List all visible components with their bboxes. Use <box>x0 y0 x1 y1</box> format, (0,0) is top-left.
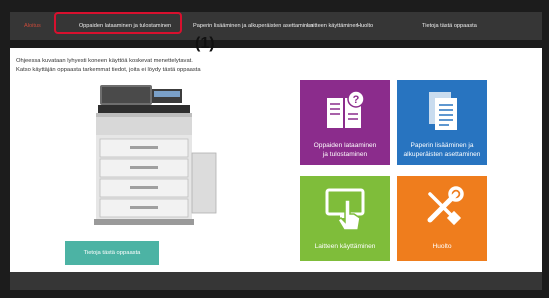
tile-print-label-2: ja tulostaminen <box>322 151 368 158</box>
tile-download-print-manuals[interactable]: ? Oppaiden lataaminen ja tulostaminen <box>300 80 390 165</box>
nav-about-guide[interactable]: Tietoja tästä oppaasta <box>422 12 477 40</box>
tile-load-paper-originals[interactable]: Paperin lisääminen ja alkuperäisten aset… <box>397 80 487 165</box>
tile-maintenance[interactable]: Huolto <box>397 176 487 261</box>
tile-maint-label: Huolto <box>432 243 452 250</box>
tile-paper-label-2: alkuperäisten asettaminen <box>403 151 481 158</box>
intro-text-line-1: Ohjeessa kuvataan lyhyesti koneen käyttö… <box>16 58 193 64</box>
tile-operate-label: Laitteen käyttäminen <box>314 243 376 250</box>
documents-icon <box>429 92 457 130</box>
nav-using-machine[interactable]: Laitteen käyttäminen <box>307 12 359 40</box>
printer-illustration <box>94 85 217 225</box>
tile-paper-label-1: Paperin lisääminen ja <box>410 142 474 149</box>
nav-maintenance[interactable]: Huolto <box>357 12 373 40</box>
svg-text:?: ? <box>353 94 360 106</box>
about-guide-button[interactable]: Tietoja tästä oppaasta <box>65 241 159 265</box>
manual-screen: Aloitus Oppaiden lataaminen ja tulostami… <box>0 0 549 298</box>
bottom-bar <box>10 272 542 290</box>
touch-screen-icon <box>325 188 365 231</box>
nav-home[interactable]: Aloitus <box>24 12 41 40</box>
highlight-box <box>54 12 182 34</box>
wrench-screwdriver-icon <box>427 186 464 226</box>
tile-using-machine[interactable]: Laitteen käyttäminen <box>300 176 390 261</box>
tile-print-label-1: Oppaiden lataaminen <box>313 142 377 149</box>
intro-text-line-2: Katso käyttäjän oppaasta tarkemmat tiedo… <box>16 67 201 73</box>
document-question-icon: ? <box>327 90 365 128</box>
main-content: Ohjeessa kuvataan lyhyesti koneen käyttö… <box>10 48 542 272</box>
callout-label: (1) <box>195 35 215 52</box>
